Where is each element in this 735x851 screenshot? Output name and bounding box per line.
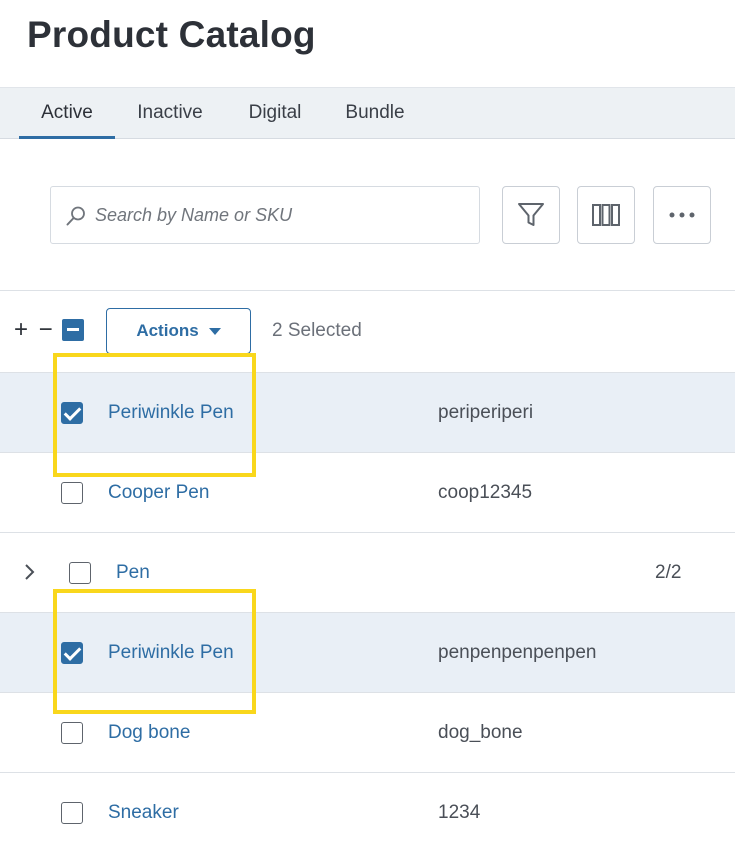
product-sku: penpenpenpenpen <box>438 642 597 663</box>
table-row[interactable]: Periwinkle Pen periperiperi <box>0 372 735 452</box>
more-horizontal-icon <box>669 212 695 218</box>
more-button[interactable] <box>653 186 711 244</box>
tab-active[interactable]: Active <box>19 88 115 139</box>
search-box[interactable] <box>50 186 480 244</box>
product-name-link[interactable]: Periwinkle Pen <box>108 642 234 664</box>
expand-collapse-all[interactable]: + − <box>14 316 55 344</box>
tab-bar: Active Inactive Digital Bundle <box>0 87 735 139</box>
search-icon <box>66 206 85 226</box>
search-input[interactable] <box>95 188 465 242</box>
row-checkbox[interactable] <box>61 802 83 824</box>
product-name-link[interactable]: Periwinkle Pen <box>108 402 234 424</box>
group-row[interactable]: Pen 2/2 <box>0 532 735 612</box>
caret-down-icon <box>208 327 221 335</box>
product-sku: periperiperi <box>438 402 534 423</box>
product-sku: dog_bone <box>438 722 523 743</box>
product-name-link[interactable]: Sneaker <box>108 802 179 824</box>
actions-label: Actions <box>136 321 199 340</box>
table-row[interactable]: Sneaker 1234 <box>0 772 735 851</box>
selected-count: 2 Selected <box>272 320 362 341</box>
filter-button[interactable] <box>502 186 560 244</box>
filter-icon <box>518 203 544 226</box>
product-sku: coop12345 <box>438 482 533 503</box>
select-all-checkbox[interactable] <box>62 319 84 341</box>
tab-bundle[interactable]: Bundle <box>334 88 416 139</box>
row-checkbox[interactable] <box>61 402 83 424</box>
product-name-link[interactable]: Dog bone <box>108 722 190 744</box>
group-name-link[interactable]: Pen <box>116 562 150 584</box>
bulk-action-bar: + − Actions 2 Selected <box>0 291 735 372</box>
tab-digital[interactable]: Digital <box>236 88 314 139</box>
table-row[interactable]: Periwinkle Pen penpenpenpenpen <box>0 612 735 692</box>
group-checkbox[interactable] <box>69 562 91 584</box>
row-checkbox[interactable] <box>61 482 83 504</box>
product-sku: 1234 <box>438 802 481 823</box>
product-name-link[interactable]: Cooper Pen <box>108 482 209 504</box>
columns-button[interactable] <box>577 186 635 244</box>
columns-icon <box>592 204 620 226</box>
group-count: 2/2 <box>655 562 682 583</box>
tab-inactive[interactable]: Inactive <box>124 88 216 139</box>
chevron-right-icon[interactable] <box>22 561 38 583</box>
table-row[interactable]: Dog bone dog_bone <box>0 692 735 772</box>
actions-button[interactable]: Actions <box>106 308 251 354</box>
table-row[interactable]: Cooper Pen coop12345 <box>0 452 735 532</box>
row-checkbox[interactable] <box>61 722 83 744</box>
page-title: Product Catalog <box>27 14 316 55</box>
row-checkbox[interactable] <box>61 642 83 664</box>
